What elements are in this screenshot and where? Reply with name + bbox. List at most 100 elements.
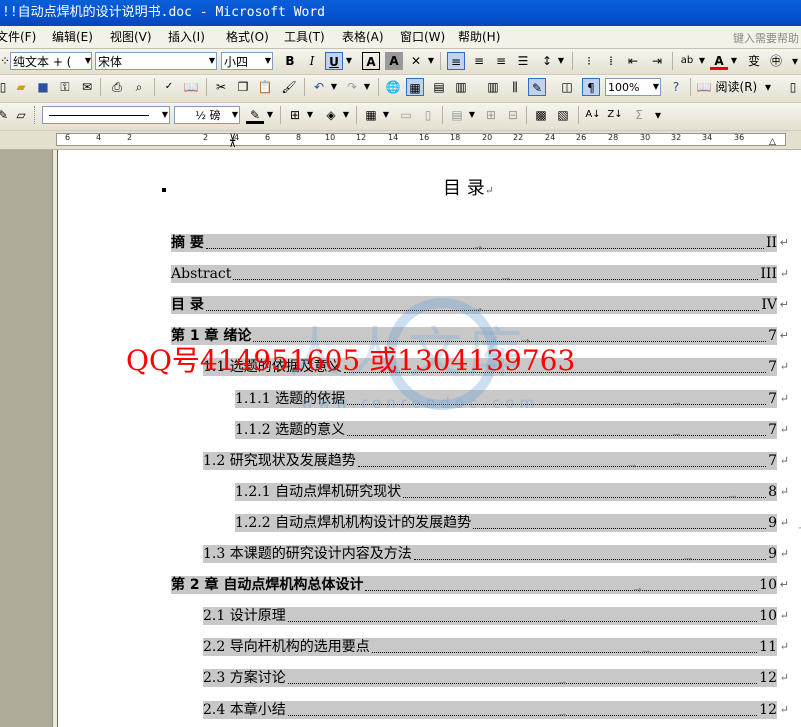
cut-icon[interactable]: ✂ <box>212 78 230 96</box>
char-border-button[interactable]: A <box>362 52 380 70</box>
insert-table-icon[interactable]: ▤ <box>430 78 448 96</box>
styles-pane-icon[interactable]: ⁘ <box>0 52 10 70</box>
redo-dropdown-icon[interactable]: ▼ <box>362 78 372 96</box>
format-painter-icon[interactable]: 🖌 <box>280 78 298 96</box>
menu-table[interactable]: 表格(A) <box>342 30 384 44</box>
document-page[interactable]: 目 录↵ 摘 要 → II ↵ Abstract → III ↵ 目 录 → IV ↵ 第 1 章 绪论… <box>57 150 801 727</box>
toc-entry[interactable]: 2.3 方案讨论 → 12 ↵ <box>203 669 789 689</box>
border-color-dropdown-icon[interactable]: ▼ <box>265 106 275 124</box>
toc-entry[interactable]: 2.4 本章小结 → 12 ↵ <box>203 701 789 721</box>
distribute-rows-icon[interactable]: ⊞ <box>482 106 500 124</box>
font-color-button[interactable]: A <box>710 52 728 70</box>
phonetic-guide-button[interactable]: 变 <box>745 52 763 70</box>
paste-icon[interactable]: 📋 <box>256 78 274 96</box>
highlight-icon[interactable]: ab <box>678 52 696 70</box>
new-blank-icon[interactable]: ▯ <box>784 78 801 96</box>
toc-entry[interactable]: 2.2 导向杆机构的选用要点 → 11 ↵ <box>203 638 789 658</box>
bold-button[interactable]: B <box>281 52 299 70</box>
distribute-columns-icon[interactable]: ⊟ <box>504 106 522 124</box>
insert-table-dropdown-icon[interactable]: ▼ <box>381 106 391 124</box>
toc-entry[interactable]: 1.2.1 自动点焊机研究现状 → 8 ↵ <box>235 483 789 503</box>
print-preview-icon[interactable]: ⌕ <box>130 78 148 96</box>
line-style-combo[interactable] <box>42 106 170 124</box>
document-map-icon[interactable]: ✎ <box>528 78 546 96</box>
menu-tools[interactable]: 工具(T) <box>284 30 325 44</box>
read-mode-button[interactable]: 📖 阅读(R) <box>696 78 758 96</box>
enclose-char-icon[interactable]: ㊥ <box>767 52 785 70</box>
style-combo[interactable]: 纯文本 + ( <box>10 52 92 70</box>
change-text-direction-icon[interactable]: ▧ <box>554 106 572 124</box>
font-dropdown-icon[interactable]: ▼ <box>207 52 217 70</box>
undo-icon[interactable]: ↶ <box>310 78 328 96</box>
window-title-bar[interactable]: !!自动点焊机的设计说明书.doc - Microsoft Word <box>0 0 801 26</box>
tables-borders-icon[interactable]: ▦ <box>406 78 424 96</box>
decrease-indent-icon[interactable]: ⇤ <box>624 52 642 70</box>
sort-descending-icon[interactable]: Z↓ <box>606 106 624 124</box>
print-icon[interactable]: ⎙ <box>108 78 126 96</box>
line-style-dropdown-icon[interactable]: ▼ <box>160 106 170 124</box>
copy-icon[interactable]: ❐ <box>234 78 252 96</box>
line-weight-dropdown-icon[interactable]: ▼ <box>230 106 240 124</box>
toc-entry[interactable]: Abstract → III ↵ <box>171 265 789 285</box>
help-search-box[interactable]: 键入需要帮助 <box>733 30 799 46</box>
help-icon[interactable]: ? <box>667 78 685 96</box>
draw-table-icon[interactable]: ✎ <box>0 106 12 124</box>
underline-button[interactable]: U <box>325 52 343 70</box>
toolbar-options-icon[interactable]: ▾ <box>652 106 664 124</box>
columns-icon[interactable]: ▥ <box>484 78 502 96</box>
increase-indent-icon[interactable]: ⇥ <box>648 52 666 70</box>
underline-dropdown-icon[interactable]: ▼ <box>344 52 354 70</box>
italic-button[interactable]: I <box>303 52 321 70</box>
autosum-icon[interactable]: Σ <box>630 106 648 124</box>
new-icon[interactable]: ▯ <box>0 78 12 96</box>
sort-ascending-icon[interactable]: A↓ <box>584 106 602 124</box>
align-center-icon[interactable]: ≡ <box>470 52 488 70</box>
zoom-dropdown-icon[interactable]: ▼ <box>651 78 661 96</box>
undo-dropdown-icon[interactable]: ▼ <box>329 78 339 96</box>
outside-border-icon[interactable]: ⊞ <box>286 106 304 124</box>
menu-format[interactable]: 格式(O) <box>226 30 269 44</box>
insert-table-grid-icon[interactable]: ▦ <box>362 106 380 124</box>
numbering-icon[interactable]: ⁝ <box>580 52 598 70</box>
style-dropdown-icon[interactable]: ▼ <box>83 52 93 70</box>
align-right-icon[interactable]: ≡ <box>492 52 510 70</box>
line-spacing-dropdown-icon[interactable]: ▼ <box>556 52 566 70</box>
vertical-ruler[interactable] <box>0 150 53 727</box>
hanging-indent-marker[interactable]: ⊼ <box>229 139 236 150</box>
highlight-dropdown-icon[interactable]: ▼ <box>697 52 707 70</box>
research-icon[interactable]: 📖 <box>182 78 200 96</box>
size-dropdown-icon[interactable]: ▼ <box>263 52 273 70</box>
horizontal-ruler[interactable]: 6 4 2 2 4 6 8 10 12 14 16 18 20 22 24 26… <box>0 131 801 150</box>
align-cell-icon[interactable]: ▤ <box>448 106 466 124</box>
menu-file[interactable]: 文件(F) <box>0 30 36 44</box>
distributed-align-icon[interactable]: ☰ <box>514 52 532 70</box>
toc-entry[interactable]: 1.3 本课题的研究设计内容及方法 → 9 ↵ <box>203 545 789 565</box>
toc-entry[interactable]: 第 2 章 自动点焊机构总体设计 → 10 ↵ <box>171 576 789 596</box>
toolbar-options-icon[interactable]: ▾ <box>762 78 774 96</box>
email-icon[interactable]: ✉ <box>78 78 96 96</box>
toc-entry[interactable]: 摘 要 → II ↵ <box>171 234 789 254</box>
menu-edit[interactable]: 编辑(E) <box>52 30 93 44</box>
char-scale-icon[interactable]: ✕ <box>407 52 425 70</box>
toc-entry[interactable]: 2.1 设计原理 → 10 ↵ <box>203 607 789 627</box>
shading-color-icon[interactable]: ◈ <box>322 106 340 124</box>
shading-dropdown-icon[interactable]: ▼ <box>341 106 351 124</box>
eraser-icon[interactable]: ▱ <box>12 106 30 124</box>
table-autoformat-icon[interactable]: ▩ <box>532 106 550 124</box>
toc-entry[interactable]: 1.1.2 选题的意义 → 7 ↵ <box>235 421 789 441</box>
hyperlink-icon[interactable]: 🌐 <box>384 78 402 96</box>
toc-entry[interactable]: 1.2 研究现状及发展趋势 → 7 ↵ <box>203 452 789 472</box>
char-scale-dropdown-icon[interactable]: ▼ <box>426 52 436 70</box>
menu-help[interactable]: 帮助(H) <box>458 30 500 44</box>
menu-insert[interactable]: 插入(I) <box>168 30 205 44</box>
open-icon[interactable]: ▰ <box>12 78 30 96</box>
menu-window[interactable]: 窗口(W) <box>400 30 445 44</box>
menu-view[interactable]: 视图(V) <box>110 30 152 44</box>
split-cells-icon[interactable]: ▯ <box>419 106 437 124</box>
line-spacing-icon[interactable]: ↕ <box>538 52 556 70</box>
spelling-icon[interactable]: ✓ <box>160 78 178 96</box>
redo-icon[interactable]: ↷ <box>343 78 361 96</box>
font-color-dropdown-icon[interactable]: ▼ <box>729 52 739 70</box>
toolbar-options-icon[interactable]: ▾ <box>789 52 801 70</box>
drawing-icon[interactable]: ⫼ <box>506 78 524 96</box>
